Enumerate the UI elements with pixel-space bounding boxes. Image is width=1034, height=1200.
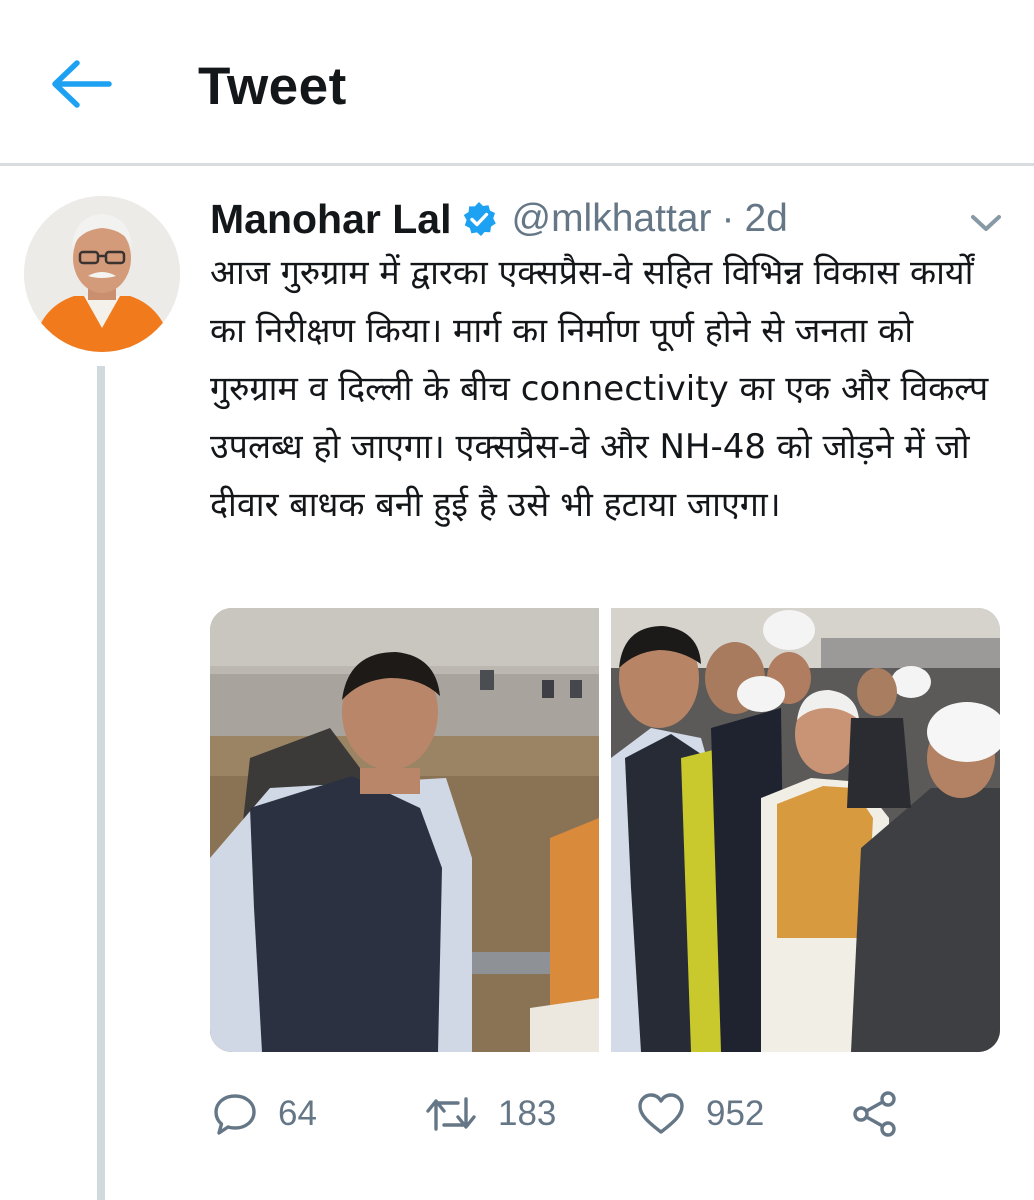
meta-separator: · — [721, 197, 735, 240]
tweet-photo-2[interactable] — [611, 608, 1000, 1052]
tweet-timestamp[interactable]: 2d — [744, 197, 787, 241]
retweet-icon — [426, 1097, 476, 1131]
back-button[interactable] — [46, 54, 116, 114]
retweet-button[interactable]: 183 — [424, 1084, 556, 1144]
tweet-photo-1[interactable] — [210, 608, 599, 1052]
tweet-actions: 64 183 952 — [210, 1084, 910, 1144]
reply-button[interactable]: 64 — [212, 1084, 317, 1144]
page-title: Tweet — [198, 57, 347, 116]
thread-line — [97, 366, 105, 1200]
reply-icon — [214, 1094, 256, 1135]
tweet-menu-button[interactable] — [966, 208, 1006, 238]
top-app-bar: Tweet — [0, 0, 1034, 166]
photo-2-image — [611, 608, 1000, 1052]
author-handle[interactable]: @mlkhattar — [511, 197, 711, 241]
author-display-name[interactable]: Manohar Lal — [210, 196, 451, 243]
share-icon — [853, 1091, 896, 1137]
author-photo — [24, 196, 180, 352]
photo-1-image — [210, 608, 599, 1052]
tweet-text: आज गुरुग्राम में द्वारका एक्सप्रैस-वे सह… — [210, 253, 989, 525]
arrow-left-icon — [52, 60, 112, 108]
like-count: 952 — [706, 1094, 765, 1133]
reply-count: 64 — [278, 1094, 317, 1133]
tweet-media — [210, 608, 1000, 1052]
tweet-header: Manohar Lal @mlkhattar · 2d — [210, 194, 788, 244]
share-button[interactable] — [850, 1084, 900, 1144]
like-button[interactable]: 952 — [636, 1084, 764, 1144]
retweet-count: 183 — [498, 1094, 557, 1133]
heart-icon — [638, 1093, 684, 1134]
verified-badge-icon — [461, 201, 497, 237]
chevron-down-icon — [971, 215, 1001, 231]
author-avatar[interactable] — [24, 196, 180, 352]
